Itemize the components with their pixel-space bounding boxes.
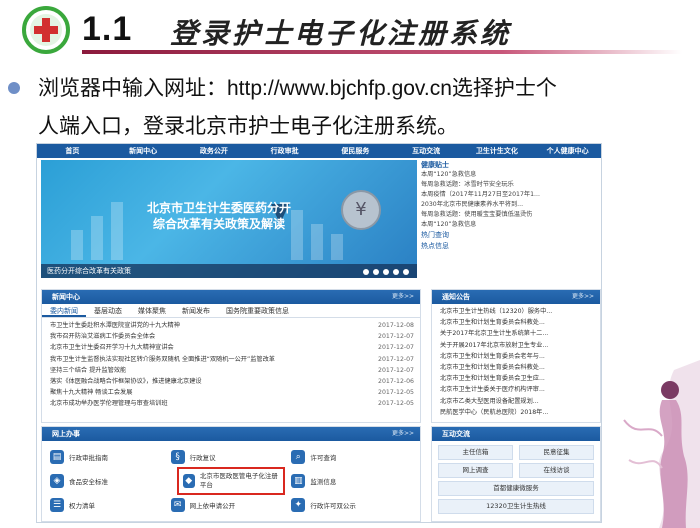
- nav-item-home[interactable]: 首页: [37, 144, 108, 158]
- nav-item-news[interactable]: 新闻中心: [108, 144, 179, 158]
- title-underline: [82, 50, 682, 54]
- list-item[interactable]: 北京市卫生和计划生育委员会科教处...: [432, 362, 600, 373]
- online-services: 网上办事 更多>> ▤ 行政审批指南 § 行政复议 ⌕ 许可查询 ◈ 食品安全标准 ◆ 北京…: [41, 426, 421, 522]
- notice-title: 通知公告: [442, 293, 470, 301]
- service-disclosure[interactable]: ✉ 网上依申请公开: [170, 493, 292, 517]
- hot-query-link[interactable]: 热门查询: [421, 230, 599, 241]
- interaction-title: 互动交流: [442, 430, 470, 438]
- list-item[interactable]: 北京市乙类大型医用设备配置规划...: [432, 396, 600, 407]
- banner-dots[interactable]: [363, 269, 409, 275]
- nav-item-personal-health[interactable]: 个人健康中心: [532, 144, 601, 158]
- nav-item-culture[interactable]: 卫生计生文化: [462, 144, 533, 158]
- badge-icon: ✦: [291, 498, 306, 512]
- news-more-link[interactable]: 更多>>: [392, 290, 414, 304]
- tab-internal-news[interactable]: 委内新闻: [42, 304, 86, 317]
- list-item[interactable]: 坚持三个结合 提升监管效能 2017-12-07: [50, 365, 414, 376]
- tab-grassroots[interactable]: 基层动态: [86, 304, 130, 317]
- website-screenshot: 首页 新闻中心 政务公开 行政审批 便民服务 互动交流 卫生计生文化 个人健康中…: [36, 143, 602, 523]
- platform-icon: ◆: [182, 474, 195, 488]
- health-cross-logo-icon: [22, 6, 70, 54]
- list-item[interactable]: 市卫生计生委赴积水潭医院宣讲党的十九大精神 2017-12-08: [50, 320, 414, 331]
- banner-headline: 北京市卫生计生委医药分开 综合改革有关政策及解读: [146, 201, 291, 231]
- service-double-publicity[interactable]: ✦ 行政许可双公示: [291, 493, 412, 517]
- slide-title: 登录护士电子化注册系统: [170, 17, 512, 50]
- list-item[interactable]: 北京市卫生和计划生育委员会卫生应...: [432, 373, 600, 384]
- site-nav-bar: 首页 新闻中心 政务公开 行政审批 便民服务 互动交流 卫生计生文化 个人健康中…: [37, 144, 601, 158]
- shield-icon: ◈: [50, 474, 64, 488]
- coin-icon: ¥: [341, 190, 381, 230]
- tab-press[interactable]: 新闻发布: [174, 304, 218, 317]
- list-item[interactable]: 落实《体医融合战略合作框架协议》，推进健康北京建设 2017-12-06: [50, 376, 414, 387]
- director-mailbox-button[interactable]: 主任信箱: [438, 445, 513, 460]
- interaction-panel: 互动交流 主任信箱 民意征集 网上调查 在线访谈 首都健康微服务 12320卫生…: [431, 426, 601, 522]
- list-item[interactable]: 北京市卫生和计划生育委员会老年与...: [432, 351, 600, 362]
- nav-item-interaction[interactable]: 互动交流: [391, 144, 462, 158]
- bullet-line-1: 浏览器中输入网址：http://www.bjchfp.gov.cn选择护士个: [38, 77, 557, 100]
- health-tip-item[interactable]: 本周“120”急救信息: [421, 170, 599, 180]
- list-item[interactable]: 我市卫生计生监督执法实现社区转介服务双随机 全面推进“双随机一公开”监管改革 20…: [50, 354, 414, 365]
- bullet-line-2: 人端入口，登录北京市护士电子化注册系统。: [38, 115, 458, 138]
- tab-media[interactable]: 媒体聚焦: [130, 304, 174, 317]
- tab-state-council[interactable]: 国务院重要政策信息: [218, 304, 297, 317]
- list-item[interactable]: 北京市卫生计生热线（12320）服务中...: [432, 306, 600, 317]
- list-item[interactable]: 聚焦十九大精神 畅谈工会发展 2017-12-05: [50, 387, 414, 398]
- slide-header: 1.1 登录护士电子化注册系统: [0, 0, 700, 62]
- service-power-list[interactable]: ☰ 权力清单: [50, 493, 171, 517]
- health-tip-item[interactable]: 本周“120”急救信息: [421, 220, 599, 230]
- service-monitoring[interactable]: ▥ 监测信息: [291, 469, 412, 493]
- nav-item-services[interactable]: 便民服务: [320, 144, 391, 158]
- decorative-woman-figure: [623, 360, 700, 528]
- health-tip-item[interactable]: 每周急救话题：冰雪时节安全玩乐: [421, 180, 599, 190]
- bullet-dot-icon: [8, 82, 20, 94]
- service-license-query[interactable]: ⌕ 许可查询: [291, 445, 412, 469]
- hotline-12320-button[interactable]: 12320卫生计生热线: [438, 499, 594, 514]
- news-tabs: 委内新闻 基层动态 媒体聚焦 新闻发布 国务院重要政策信息: [42, 304, 420, 318]
- online-interview-button[interactable]: 在线访谈: [519, 463, 594, 478]
- online-services-title: 网上办事: [52, 430, 80, 438]
- list-item[interactable]: 民航医学中心（民航总医院）2018年...: [432, 407, 600, 418]
- health-tip-item[interactable]: 2030年北京市民健康素养水平将到...: [421, 200, 599, 210]
- list-item[interactable]: 关于开展2017年北京市放射卫生专业...: [432, 340, 600, 351]
- list-item[interactable]: 北京市卫生计生委关于医疗机构评审...: [432, 384, 600, 395]
- news-center-title: 新闻中心: [52, 293, 80, 301]
- health-tips-panel: 健康贴士 本周“120”急救信息 每周急救话题：冰雪时节安全玩乐 本周疫情（20…: [421, 160, 599, 278]
- health-microservice-button[interactable]: 首都健康微服务: [438, 481, 594, 496]
- hot-info-link[interactable]: 热点信息: [421, 241, 599, 252]
- service-approval-guide[interactable]: ▤ 行政审批指南: [50, 445, 171, 469]
- notice-board: 通知公告 更多>> 北京市卫生计生热线（12320）服务中... 北京市卫生和计划…: [431, 289, 601, 423]
- health-tips-title: 健康贴士: [421, 161, 449, 169]
- list-item[interactable]: 北京市成功举办医学伦理管理与审查培训班 2017-12-05: [50, 398, 414, 409]
- search-icon: ⌕: [291, 450, 306, 464]
- slide-title-number: 1.1: [82, 10, 133, 48]
- chart-icon: ▥: [291, 474, 306, 488]
- online-survey-button[interactable]: 网上调查: [438, 463, 513, 478]
- opinion-collection-button[interactable]: 民意征集: [519, 445, 594, 460]
- banner-slideshow[interactable]: ¥ 北京市卫生计生委医药分开 综合改革有关政策及解读 医药分开综合改革有关政策: [41, 160, 417, 278]
- health-tip-item[interactable]: 本周疫情（2017年11月27日至2017年1...: [421, 190, 599, 200]
- nurse-registration-platform-link[interactable]: ◆ 北京市医政医管电子化注册平台: [176, 467, 286, 495]
- nav-item-gov-affairs[interactable]: 政务公开: [179, 144, 250, 158]
- list-item[interactable]: 我市召开防治艾滋病工作委员会全体会 2017-12-07: [50, 331, 414, 342]
- list-icon: ☰: [50, 498, 64, 512]
- notice-more-link[interactable]: 更多>>: [572, 290, 594, 304]
- news-list: 市卫生计生委赴积水潭医院宣讲党的十九大精神 2017-12-08 我市召开防治艾滋…: [42, 318, 420, 410]
- mail-icon: ✉: [170, 498, 185, 512]
- health-tip-item[interactable]: 每周急救话题：使用暖宝宝要慎低温烫伤: [421, 210, 599, 220]
- bullet-text: 浏览器中输入网址：http://www.bjchfp.gov.cn选择护士个 人…: [38, 70, 678, 146]
- service-review[interactable]: § 行政复议: [170, 445, 292, 469]
- banner-caption: 医药分开综合改革有关政策: [47, 267, 131, 275]
- online-more-link[interactable]: 更多>>: [392, 427, 414, 441]
- document-icon: ▤: [50, 450, 64, 464]
- list-item[interactable]: 北京市卫生和计划生育委员会科教处...: [432, 317, 600, 328]
- nav-item-approval[interactable]: 行政审批: [249, 144, 320, 158]
- list-item[interactable]: 关于2017年北京卫生计生系统第十二...: [432, 328, 600, 339]
- service-food-safety[interactable]: ◈ 食品安全标准: [50, 469, 171, 493]
- list-item[interactable]: 北京市卫生计生委召开学习十九大精神宣讲会 2017-12-07: [50, 342, 414, 353]
- scale-icon: §: [170, 450, 185, 464]
- news-center: 新闻中心 更多>> 委内新闻 基层动态 媒体聚焦 新闻发布 国务院重要政策信息 市…: [41, 289, 421, 423]
